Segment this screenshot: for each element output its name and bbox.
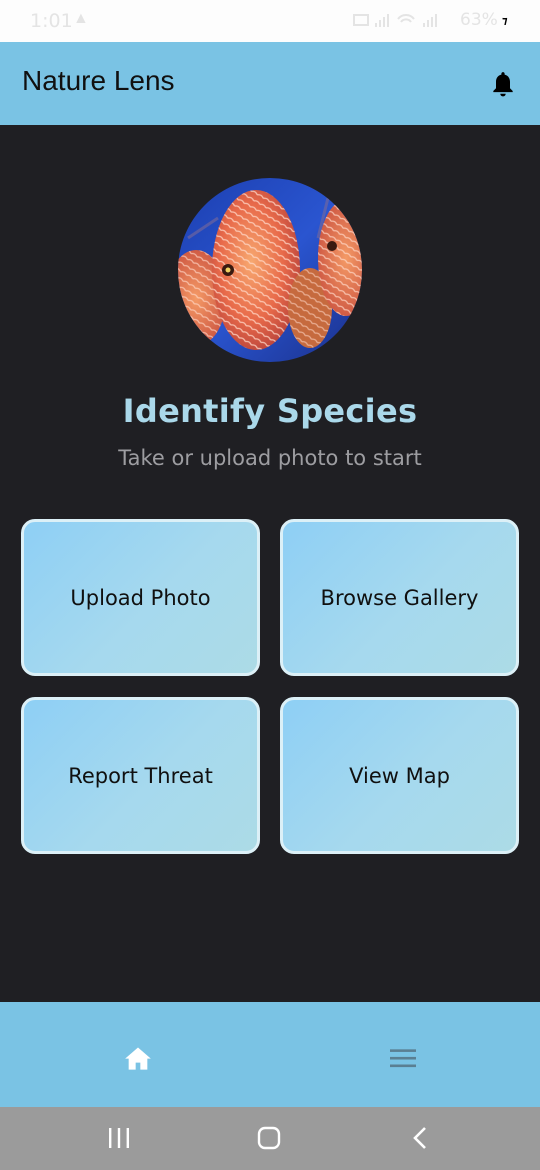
page-subheading: Take or upload photo to start (118, 446, 422, 470)
status-bar: 1:01 ▲ 63% ⁊ (0, 0, 540, 42)
warning-triangle-icon: ▲ (73, 10, 89, 27)
recents-icon[interactable] (106, 1127, 132, 1149)
system-navigation-bar (0, 1107, 540, 1170)
app-title: Nature Lens (22, 65, 175, 96)
view-map-label: View Map (349, 763, 450, 788)
view-map-button[interactable]: View Map (280, 697, 519, 854)
signal-icon (353, 14, 437, 27)
battery-percent: 63% (460, 10, 498, 30)
report-threat-label: Report Threat (68, 763, 213, 788)
upload-photo-label: Upload Photo (70, 585, 211, 610)
upload-photo-button[interactable]: Upload Photo (21, 519, 260, 676)
hero-fish-image (178, 178, 362, 362)
app-bar: Nature Lens (0, 42, 540, 125)
home-icon[interactable] (124, 1045, 152, 1071)
home-circle-icon[interactable] (257, 1126, 281, 1150)
battery-icon: ⁊ (502, 15, 508, 27)
bell-icon[interactable] (490, 70, 516, 98)
bottom-navigation (0, 1002, 540, 1107)
status-time: 1:01 (30, 10, 73, 32)
menu-icon[interactable] (390, 1047, 416, 1069)
back-icon[interactable] (410, 1126, 430, 1150)
browse-gallery-button[interactable]: Browse Gallery (280, 519, 519, 676)
page-heading: Identify Species (122, 392, 418, 430)
report-threat-button[interactable]: Report Threat (21, 697, 260, 854)
browse-gallery-label: Browse Gallery (320, 585, 479, 610)
